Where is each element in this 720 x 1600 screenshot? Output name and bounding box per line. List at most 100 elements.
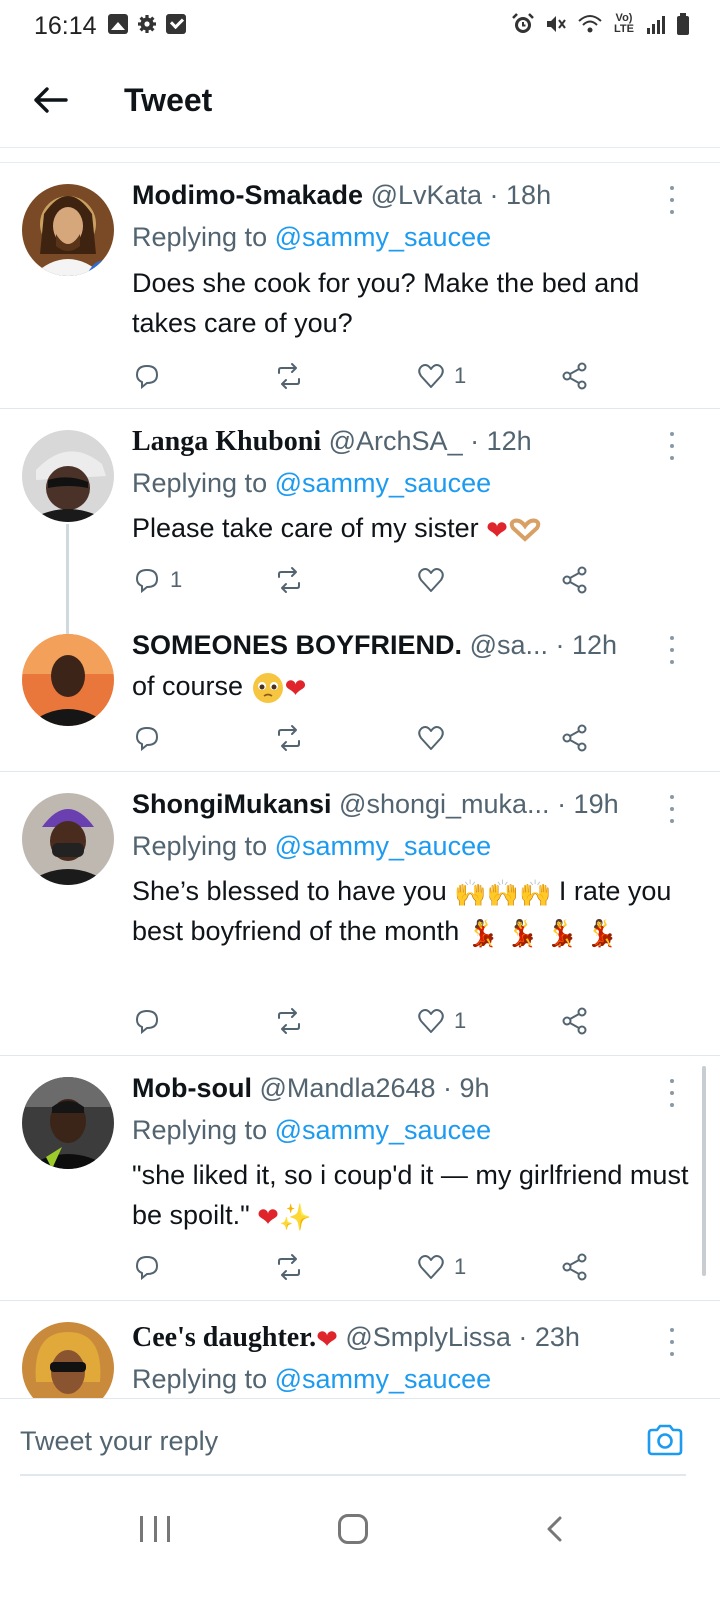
tweet-text: She’s blessed to have you 🙌🙌🙌 I rate you… [132, 871, 692, 951]
replying-label: Replying to [132, 1115, 268, 1145]
nav-back-icon[interactable] [540, 1514, 570, 1544]
reply-button[interactable]: 1 [132, 562, 182, 598]
replying-label: Replying to [132, 831, 268, 861]
reply-button[interactable] [132, 720, 170, 756]
more-icon[interactable] [664, 1328, 680, 1356]
like-icon [418, 1009, 444, 1033]
page-title: Tweet [124, 82, 213, 118]
retweet-button[interactable] [274, 358, 304, 394]
tweet-text: of course ❤ [132, 666, 692, 706]
volte-label: Vo) LTE [614, 12, 634, 35]
thread-reply-tweet[interactable]: SOMEONES BOYFRIEND. @sa... · 12h of cour… [0, 610, 720, 772]
avatar[interactable] [22, 184, 114, 276]
recents-button[interactable] [140, 1516, 170, 1544]
like-button[interactable] [416, 562, 454, 598]
pleading-face-emoji [252, 672, 283, 703]
home-button[interactable] [338, 1514, 368, 1544]
display-name[interactable]: ShongiMukansi [132, 789, 332, 819]
mention-link[interactable]: @sammy_saucee [275, 831, 492, 861]
tweet-actions [132, 720, 602, 756]
mention-link[interactable]: @sammy_saucee [275, 222, 492, 252]
like-button[interactable]: 1 [416, 1249, 466, 1285]
avatar[interactable] [22, 793, 114, 885]
tweet-actions: 1 [132, 562, 602, 598]
red-heart-emoji: ❤ [284, 672, 307, 703]
display-name[interactable]: Modimo-Smakade [132, 180, 363, 210]
retweet-icon [278, 725, 300, 751]
reply-button[interactable] [132, 358, 170, 394]
retweet-icon [278, 363, 300, 389]
like-button[interactable]: 1 [416, 1003, 466, 1039]
share-icon [562, 362, 587, 390]
tweet-actions: 1 [132, 1003, 602, 1039]
mention-link[interactable]: @sammy_saucee [275, 468, 492, 498]
camera-icon[interactable] [646, 1423, 684, 1457]
share-button[interactable] [560, 358, 590, 394]
replying-label: Replying to [132, 222, 268, 252]
reply-icon [135, 568, 159, 594]
share-button[interactable] [560, 720, 590, 756]
tweet-header: Langa Khuboni @ArchSA_ · 12h [132, 426, 532, 458]
like-button[interactable]: 1 [416, 358, 466, 394]
retweet-button[interactable] [274, 562, 304, 598]
reply-tweet[interactable]: ShongiMukansi @shongi_muka... · 19h Repl… [0, 773, 720, 1056]
retweet-button[interactable] [274, 1249, 304, 1285]
user-handle[interactable]: @shongi_muka... [339, 789, 550, 819]
share-button[interactable] [560, 1003, 590, 1039]
reply-button[interactable] [132, 1003, 170, 1039]
back-arrow-icon[interactable] [28, 78, 72, 122]
like-count: 1 [454, 1008, 467, 1033]
sparkles-emoji: ✨ [278, 1201, 312, 1232]
tweet-text: Does she cook for you? Make the bed and … [132, 268, 640, 338]
share-button[interactable] [560, 1249, 590, 1285]
tweet-header: Cee's daughter.❤ @SmplyLissa · 23h [132, 1322, 580, 1354]
like-count: 1 [454, 1254, 467, 1279]
user-handle[interactable]: @LvKata [371, 180, 482, 210]
avatar[interactable] [22, 634, 114, 726]
reply-tweet[interactable]: Modimo-Smakade @LvKata · 18h Replying to… [0, 164, 720, 409]
mention-link[interactable]: @sammy_saucee [275, 1364, 492, 1394]
like-button[interactable] [416, 720, 454, 756]
retweet-button[interactable] [274, 720, 304, 756]
reply-input[interactable] [20, 1417, 620, 1465]
more-icon[interactable] [664, 432, 680, 460]
divider [0, 149, 720, 163]
reply-tweet[interactable]: Mob-soul @Mandla2648 · 9h Replying to @s… [0, 1057, 720, 1301]
dancer-emoji: 💃 💃 💃 💃 [466, 917, 618, 948]
reply-composer [0, 1398, 720, 1480]
reply-icon [135, 726, 159, 752]
replying-to: Replying to @sammy_saucee [132, 468, 491, 499]
display-name[interactable]: Mob-soul [132, 1073, 252, 1103]
display-name[interactable]: Cee's daughter. [132, 1322, 316, 1353]
checkbox-notification-icon [166, 14, 186, 34]
avatar[interactable] [22, 430, 114, 522]
user-handle[interactable]: @Mandla2648 [260, 1073, 436, 1103]
user-handle[interactable]: @ArchSA_ [329, 426, 463, 456]
share-icon [562, 1007, 587, 1035]
user-handle[interactable]: @sa... [470, 630, 548, 660]
more-icon[interactable] [664, 186, 680, 214]
scrollbar[interactable] [702, 1066, 706, 1276]
avatar[interactable] [22, 1322, 114, 1398]
more-icon[interactable] [664, 636, 680, 664]
gallery-notification-icon [108, 14, 128, 34]
share-button[interactable] [560, 562, 590, 598]
reply-tweet[interactable]: Cee's daughter.❤ @SmplyLissa · 23h Reply… [0, 1302, 720, 1398]
avatar[interactable] [22, 1077, 114, 1169]
reply-icon [135, 1255, 159, 1281]
status-notification-icons [108, 14, 186, 34]
mention-link[interactable]: @sammy_saucee [275, 1115, 492, 1145]
reply-tweet[interactable]: Langa Khuboni @ArchSA_ · 12h Replying to… [0, 410, 720, 634]
raising-hands-emoji: 🙌🙌🙌 [454, 877, 552, 908]
tweet-header: Mob-soul @Mandla2648 · 9h [132, 1073, 490, 1104]
reply-button[interactable] [132, 1249, 170, 1285]
user-handle[interactable]: @SmplyLissa [345, 1322, 510, 1352]
display-name[interactable]: Langa Khuboni [132, 426, 321, 457]
system-nav-bar [0, 1488, 720, 1600]
retweet-button[interactable] [274, 1003, 304, 1039]
more-icon[interactable] [664, 1079, 680, 1107]
tweet-text-content: Please take care of my sister [132, 513, 479, 543]
display-name[interactable]: SOMEONES BOYFRIEND. [132, 630, 462, 660]
more-icon[interactable] [664, 795, 680, 823]
tweet-time: · 12h [470, 426, 532, 456]
